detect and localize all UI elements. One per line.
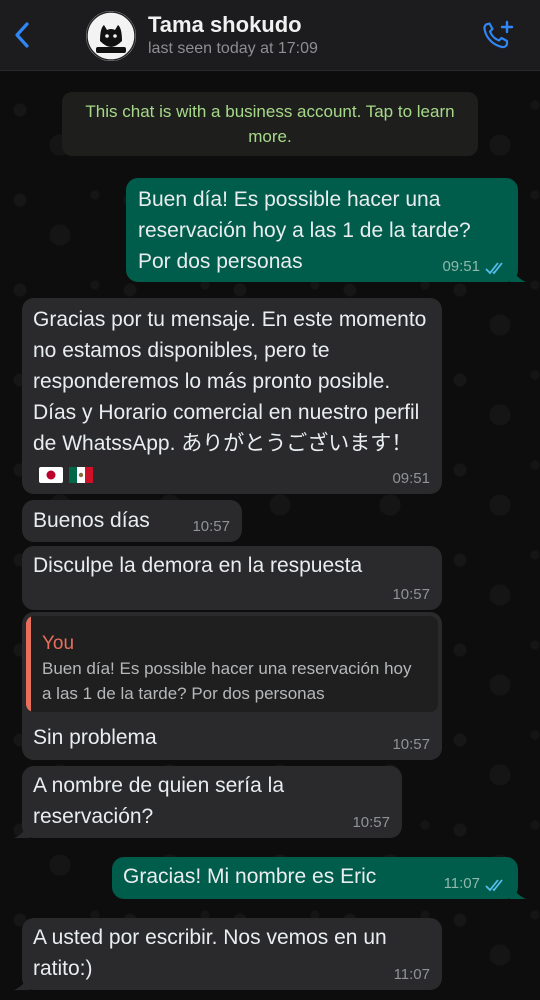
message-text: Sin problema (33, 726, 157, 749)
flag-japan-icon (39, 467, 63, 483)
quoted-message[interactable]: You Buen día! Es possible hacer una rese… (26, 616, 438, 712)
bubble-tail (14, 974, 30, 990)
message-text: Disculpe la demora en la respuesta (33, 554, 363, 577)
bubble-tail (510, 883, 526, 899)
message-text: A nombre de quien sería la reservación? (33, 774, 290, 828)
quote-author: You (42, 633, 75, 654)
message-text: Gracias por tu mensaje. En este momento … (33, 304, 430, 490)
contact-name[interactable]: Tama shokudo (148, 12, 302, 38)
message-time: 11:07 (393, 966, 430, 983)
message-incoming[interactable]: Gracias por tu mensaje. En este momento … (22, 298, 442, 494)
last-seen-status: last seen today at 17:09 (148, 40, 318, 57)
read-ticks-icon (485, 879, 503, 892)
flag-mexico-icon (69, 467, 93, 483)
message-time: 09:51 (442, 258, 480, 275)
message-time: 10:57 (392, 736, 430, 753)
bubble-tail (14, 822, 30, 838)
message-incoming-reply[interactable]: You Buen día! Es possible hacer una rese… (22, 612, 442, 760)
chevron-left-icon (15, 22, 29, 48)
message-time: 09:51 (392, 470, 430, 487)
chat-header: Tama shokudo last seen today at 17:09 (0, 0, 540, 71)
avatar[interactable] (86, 11, 136, 61)
add-call-button[interactable] (480, 18, 516, 52)
message-incoming[interactable]: A nombre de quien sería la reservación? … (14, 766, 402, 838)
message-time: 10:57 (392, 586, 430, 603)
quote-accent-bar (26, 616, 31, 712)
business-account-notice[interactable]: This chat is with a business account. Ta… (62, 92, 478, 156)
back-button[interactable] (8, 18, 38, 52)
message-outgoing[interactable]: Gracias! Mi nombre es Eric 11:07 (112, 857, 526, 899)
quote-text: Buen día! Es possible hacer una reservac… (42, 659, 412, 703)
message-outgoing[interactable]: Buen día! Es possible hacer una reservac… (126, 178, 526, 282)
phone-plus-icon (483, 20, 514, 49)
message-incoming[interactable]: Buenos días 10:57 (22, 500, 242, 542)
message-incoming[interactable]: A usted por escribir. Nos vemos en un ra… (14, 918, 442, 990)
read-ticks-icon (485, 262, 503, 275)
message-time: 11:07 (443, 875, 480, 892)
message-time: 10:57 (352, 814, 390, 831)
bubble-tail (510, 266, 526, 282)
cat-logo-icon (86, 11, 136, 61)
message-text: A usted por escribir. Nos vemos en un ra… (33, 926, 393, 980)
message-incoming[interactable]: Disculpe la demora en la respuesta 10:57 (22, 546, 442, 610)
message-time: 10:57 (192, 518, 230, 535)
business-notice-text: This chat is with a business account. Ta… (85, 102, 455, 146)
